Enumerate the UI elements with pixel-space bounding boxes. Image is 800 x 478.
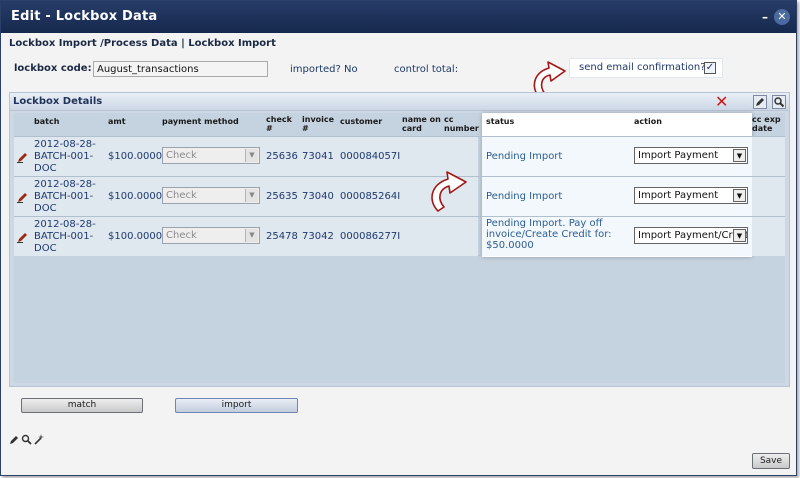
chevron-down-icon: ▼ xyxy=(245,229,258,242)
title-bar: Edit - Lockbox Data – ✕ xyxy=(1,1,796,33)
cell-batch[interactable]: 2012-08-28-BATCH-001-DOC xyxy=(34,219,104,255)
send-email-label: send email confirmation? xyxy=(579,62,706,73)
bottom-toolbar xyxy=(9,434,46,446)
lockbox-details-grid: batch amt payment method check # invoice… xyxy=(14,113,785,383)
col-cc-exp-date: cc exp date xyxy=(752,115,781,133)
col-check-no: check # xyxy=(266,115,292,133)
col-action: action xyxy=(634,117,662,126)
magnifier-icon[interactable] xyxy=(21,434,32,445)
edit-row-pencil-icon[interactable] xyxy=(17,151,29,163)
cell-check-no: 25636 xyxy=(266,151,298,162)
action-value: Import Payment xyxy=(638,150,719,161)
send-email-confirmation: send email confirmation? ✓ xyxy=(569,58,723,78)
chevron-down-icon: ▼ xyxy=(245,189,258,202)
save-button[interactable]: Save xyxy=(752,453,790,469)
action-value: Import Payment/Create Credit xyxy=(638,230,748,241)
pencil-icon xyxy=(756,98,764,106)
payment-method-select: Check ▼ xyxy=(162,147,260,164)
payment-method-select: Check ▼ xyxy=(162,187,260,204)
details-title: Lockbox Details xyxy=(13,96,103,107)
payment-method-value: Check xyxy=(166,190,197,201)
cell-status: Pending Import xyxy=(486,191,563,202)
col-invoice-no: invoice # xyxy=(302,115,335,133)
edit-row-pencil-icon[interactable] xyxy=(17,191,29,203)
cell-amt: $100.0000 xyxy=(108,191,163,202)
col-name-on-card: name on card xyxy=(402,115,441,133)
cell-amt: $100.0000 xyxy=(108,231,163,242)
magnifier-icon xyxy=(774,97,785,108)
send-email-checkbox[interactable]: ✓ xyxy=(704,62,716,74)
close-button[interactable]: ✕ xyxy=(774,9,790,25)
edit-pencil-button[interactable] xyxy=(753,95,767,109)
window-title: Edit - Lockbox Data xyxy=(11,9,158,24)
cell-customer: 000086277I xyxy=(340,231,401,242)
cell-invoice-no: 73040 xyxy=(302,191,334,202)
cell-status: Pending Import xyxy=(486,151,563,162)
col-cc-number: cc number xyxy=(444,115,479,133)
arrow-callout-icon xyxy=(431,171,467,212)
col-batch: batch xyxy=(34,117,60,126)
search-button[interactable] xyxy=(772,95,786,109)
lockbox-details-panel: Lockbox Details ✕ batch amt payment meth… xyxy=(9,92,790,387)
chevron-down-icon: ▼ xyxy=(245,149,258,162)
payment-method-select: Check ▼ xyxy=(162,227,260,244)
delete-x-icon[interactable]: ✕ xyxy=(715,93,728,111)
breadcrumb: Lockbox Import /Process Data | Lockbox I… xyxy=(9,38,276,49)
imported-label: imported? xyxy=(290,64,341,75)
table-row: 2012-08-28-BATCH-001-DOC $100.0000 Check… xyxy=(14,136,785,176)
lockbox-code-label: lockbox code: xyxy=(14,63,92,74)
control-total-label: control total: xyxy=(394,64,459,75)
action-select[interactable]: Import Payment/Create Credit ▼ xyxy=(634,227,748,244)
col-customer: customer xyxy=(340,117,383,126)
action-select[interactable]: Import Payment ▼ xyxy=(634,147,748,164)
cell-customer: 000085264I xyxy=(340,191,401,202)
col-amt: amt xyxy=(108,117,126,126)
cell-invoice-no: 73042 xyxy=(302,231,334,242)
lockbox-data-window: Edit - Lockbox Data – ✕ Lockbox Import /… xyxy=(0,0,797,476)
cell-status: Pending Import. Pay off invoice/Create C… xyxy=(486,218,612,251)
cell-batch[interactable]: 2012-08-28-BATCH-001-DOC xyxy=(34,179,104,215)
col-payment-method: payment method xyxy=(162,117,239,126)
chevron-down-icon[interactable]: ▼ xyxy=(733,189,746,202)
cell-check-no: 25478 xyxy=(266,231,298,242)
action-select[interactable]: Import Payment ▼ xyxy=(634,187,748,204)
import-button[interactable]: import xyxy=(175,398,298,413)
match-button[interactable]: match xyxy=(21,398,143,413)
chevron-down-icon[interactable]: ▼ xyxy=(733,229,746,242)
payment-method-value: Check xyxy=(166,230,197,241)
payment-method-value: Check xyxy=(166,150,197,161)
chevron-down-icon[interactable]: ▼ xyxy=(733,149,746,162)
cell-invoice-no: 73041 xyxy=(302,151,334,162)
edit-row-pencil-icon[interactable] xyxy=(17,231,29,243)
imported-value: No xyxy=(344,64,358,75)
details-header: Lockbox Details ✕ xyxy=(10,93,789,111)
cell-amt: $100.0000 xyxy=(108,151,163,162)
pencil-icon[interactable] xyxy=(9,434,20,445)
lockbox-code-input[interactable] xyxy=(93,61,268,77)
action-value: Import Payment xyxy=(638,190,719,201)
col-status: status xyxy=(486,117,515,126)
cell-check-no: 25635 xyxy=(266,191,298,202)
table-row: 2012-08-28-BATCH-001-DOC $100.0000 Check… xyxy=(14,216,785,256)
wand-icon[interactable] xyxy=(33,434,44,445)
cell-batch[interactable]: 2012-08-28-BATCH-001-DOC xyxy=(34,139,104,175)
cell-customer: 000084057I xyxy=(340,151,401,162)
table-row: 2012-08-28-BATCH-001-DOC $100.0000 Check… xyxy=(14,176,785,216)
minimize-button[interactable]: – xyxy=(758,10,772,24)
